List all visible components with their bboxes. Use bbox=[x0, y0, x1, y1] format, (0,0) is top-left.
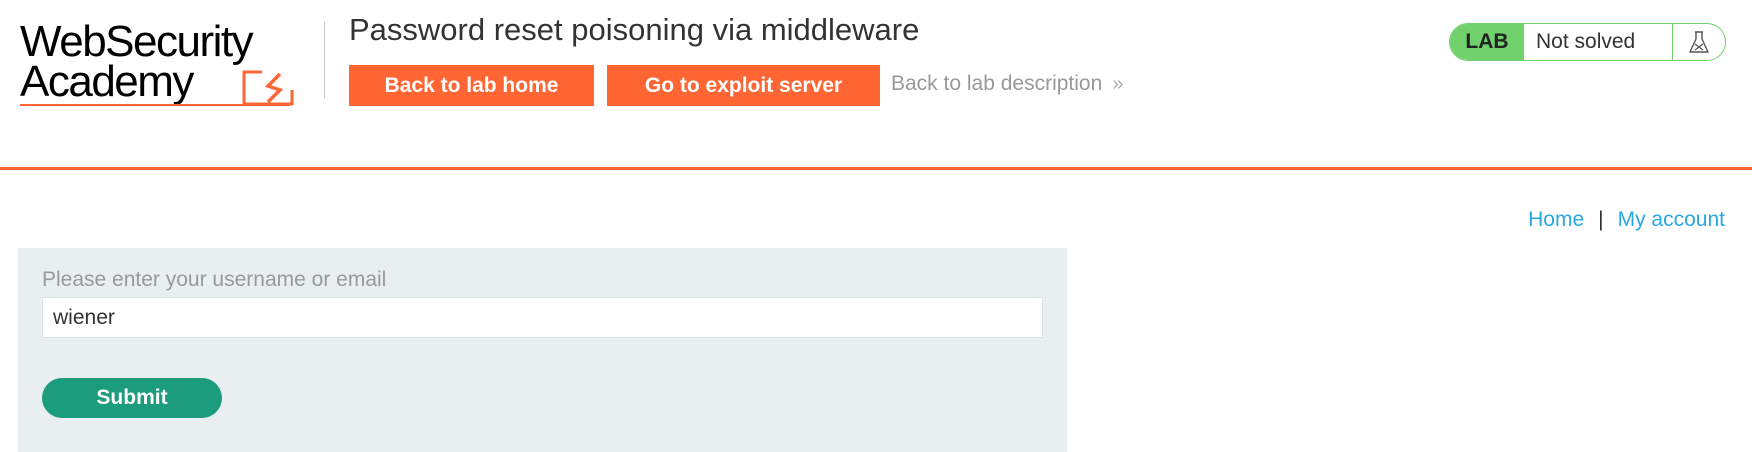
home-link[interactable]: Home bbox=[1528, 208, 1584, 231]
lab-title: Password reset poisoning via middleware bbox=[349, 12, 920, 47]
lab-header: WebSecurity Academy Password reset poiso… bbox=[0, 0, 1752, 170]
logo-line-2: Academy bbox=[20, 57, 194, 106]
lab-status-text: Not solved bbox=[1536, 30, 1636, 53]
lab-status-divider bbox=[1672, 24, 1673, 60]
flask-icon bbox=[1689, 31, 1709, 53]
back-to-lab-description-label: Back to lab description bbox=[891, 72, 1103, 95]
websecurity-academy-logo[interactable]: WebSecurity Academy bbox=[20, 18, 320, 108]
my-account-link[interactable]: My account bbox=[1618, 208, 1725, 231]
nav-separator: | bbox=[1598, 208, 1604, 231]
lab-status-widget: LAB Not solved bbox=[1449, 23, 1726, 61]
account-nav: Home | My account bbox=[1528, 208, 1725, 232]
username-label: Please enter your username or email bbox=[42, 268, 387, 291]
forgot-password-form: Please enter your username or email wien… bbox=[18, 248, 1067, 452]
submit-button[interactable]: Submit bbox=[42, 378, 222, 418]
go-to-exploit-server-button[interactable]: Go to exploit server bbox=[607, 65, 880, 106]
logo-bolt-icon bbox=[242, 70, 294, 106]
logo-divider bbox=[324, 22, 325, 98]
username-input[interactable]: wiener bbox=[42, 297, 1043, 338]
back-to-lab-description-link[interactable]: Back to lab description » bbox=[891, 72, 1123, 96]
back-to-lab-home-button[interactable]: Back to lab home bbox=[349, 65, 594, 106]
lab-badge: LAB bbox=[1450, 24, 1524, 60]
logo-underline bbox=[20, 104, 290, 106]
double-chevron-right-icon: » bbox=[1112, 73, 1124, 95]
